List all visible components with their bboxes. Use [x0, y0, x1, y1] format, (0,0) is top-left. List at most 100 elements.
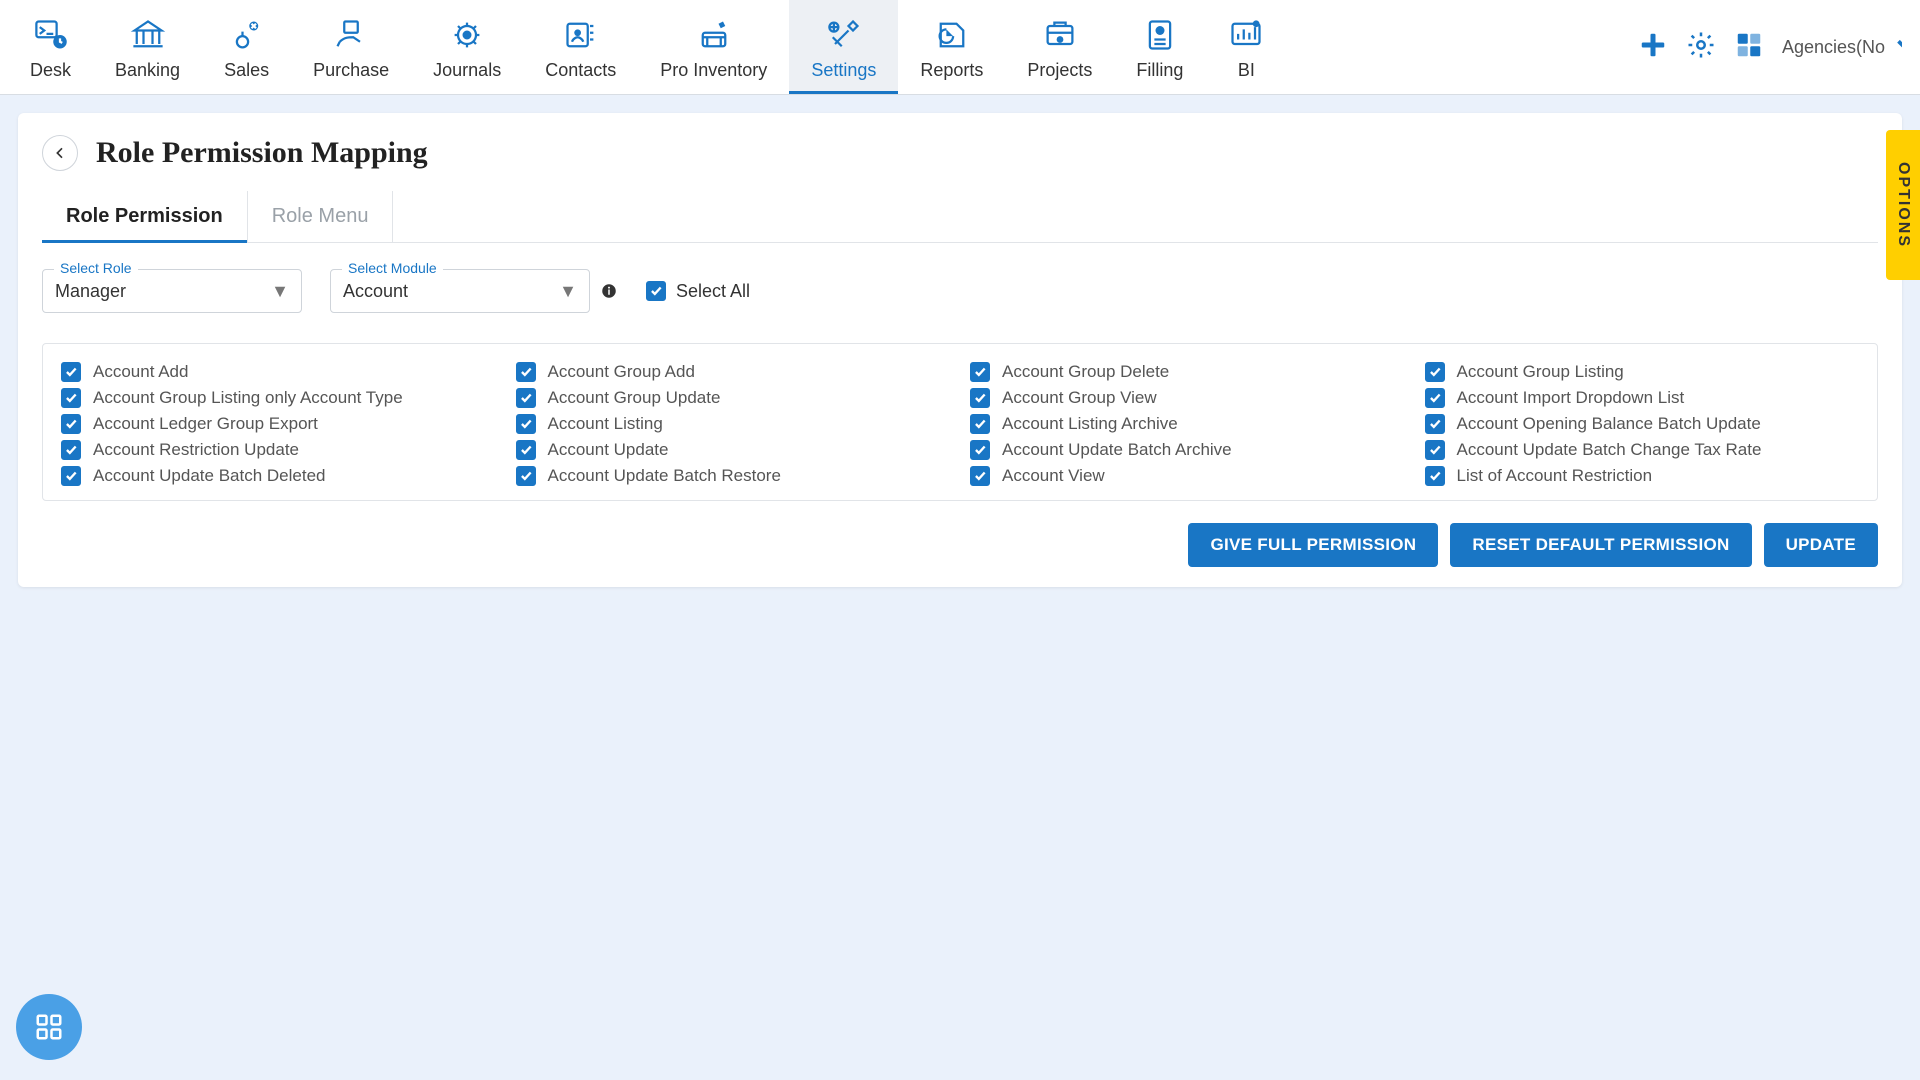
nav-journals[interactable]: Journals	[411, 0, 523, 94]
nav-label: Filling	[1136, 60, 1183, 81]
permission-checkbox[interactable]: List of Account Restriction	[1425, 466, 1860, 486]
permission-label: Account Update	[548, 440, 669, 460]
checkbox-box	[970, 414, 990, 434]
nav-items: Desk Banking Sales Purchase Journals	[8, 0, 1287, 94]
apps-fab[interactable]	[16, 994, 82, 1060]
select-all-label: Select All	[676, 281, 750, 302]
checkbox-box	[61, 466, 81, 486]
nav-label: Journals	[433, 60, 501, 81]
permission-checkbox[interactable]: Account Listing Archive	[970, 414, 1405, 434]
main-card: Role Permission Mapping Role Permission …	[18, 113, 1902, 587]
select-module-field: Select Module Account ▼	[330, 269, 590, 313]
nav-projects[interactable]: Projects	[1005, 0, 1114, 94]
journals-icon	[448, 16, 486, 54]
permission-label: Account Listing Archive	[1002, 414, 1178, 434]
checkbox-box	[516, 466, 536, 486]
purchase-icon	[332, 16, 370, 54]
nav-banking[interactable]: Banking	[93, 0, 202, 94]
permission-checkbox[interactable]: Account Import Dropdown List	[1425, 388, 1860, 408]
nav-label: Desk	[30, 60, 71, 81]
permission-checkbox[interactable]: Account Listing	[516, 414, 951, 434]
permission-checkbox[interactable]: Account Group Listing only Account Type	[61, 388, 496, 408]
back-button[interactable]	[42, 135, 78, 171]
permission-checkbox[interactable]: Account Group View	[970, 388, 1405, 408]
permission-checkbox[interactable]: Account Update Batch Change Tax Rate	[1425, 440, 1860, 460]
permission-label: Account Restriction Update	[93, 440, 299, 460]
permission-checkbox[interactable]: Account View	[970, 466, 1405, 486]
give-full-permission-button[interactable]: GIVE FULL PERMISSION	[1188, 523, 1438, 567]
projects-icon	[1041, 16, 1079, 54]
caret-down-icon: ▼	[271, 281, 289, 302]
nav-label: Sales	[224, 60, 269, 81]
permission-checkbox[interactable]: Account Group Listing	[1425, 362, 1860, 382]
checkbox-box	[61, 440, 81, 460]
checkbox-box	[970, 388, 990, 408]
nav-label: Contacts	[545, 60, 616, 81]
permission-checkbox[interactable]: Account Update	[516, 440, 951, 460]
permission-checkbox[interactable]: Account Update Batch Archive	[970, 440, 1405, 460]
info-icon[interactable]	[600, 282, 618, 300]
permission-label: Account Update Batch Restore	[548, 466, 781, 486]
permission-label: Account Opening Balance Batch Update	[1457, 414, 1761, 434]
nav-settings[interactable]: Settings	[789, 0, 898, 94]
reset-default-permission-button[interactable]: RESET DEFAULT PERMISSION	[1450, 523, 1751, 567]
nav-contacts[interactable]: Contacts	[523, 0, 638, 94]
gear-icon[interactable]	[1686, 30, 1716, 65]
checkbox-box	[1425, 466, 1445, 486]
org-selector[interactable]: Agencies(No	[1782, 30, 1902, 65]
filling-icon	[1141, 16, 1179, 54]
reports-icon	[933, 16, 971, 54]
permission-checkbox[interactable]: Account Add	[61, 362, 496, 382]
options-side-tab[interactable]: OPTIONS	[1886, 130, 1920, 280]
permission-checkbox[interactable]: Account Group Update	[516, 388, 951, 408]
checkbox-box	[61, 388, 81, 408]
checkbox-box	[61, 414, 81, 434]
tab-role-permission[interactable]: Role Permission	[42, 191, 248, 242]
permission-checkbox[interactable]: Account Ledger Group Export	[61, 414, 496, 434]
tab-label: Role Permission	[66, 205, 223, 227]
select-module-label: Select Module	[342, 260, 443, 276]
select-role-field: Select Role Manager ▼	[42, 269, 302, 313]
settings-icon	[825, 16, 863, 54]
permission-label: Account Group Delete	[1002, 362, 1169, 382]
permission-label: Account Import Dropdown List	[1457, 388, 1685, 408]
checkbox-box	[970, 440, 990, 460]
select-all-checkbox[interactable]: Select All	[646, 281, 750, 302]
permission-checkbox[interactable]: Account Restriction Update	[61, 440, 496, 460]
nav-filling[interactable]: Filling	[1114, 0, 1205, 94]
permission-checkbox[interactable]: Account Group Delete	[970, 362, 1405, 382]
calculator-icon[interactable]	[1734, 30, 1764, 65]
permission-label: Account Add	[93, 362, 188, 382]
permission-checkbox[interactable]: Account Update Batch Restore	[516, 466, 951, 486]
header-tools: Agencies(No	[1638, 30, 1902, 65]
permission-checkbox[interactable]: Account Update Batch Deleted	[61, 466, 496, 486]
top-nav: Desk Banking Sales Purchase Journals	[0, 0, 1920, 95]
caret-down-icon: ▼	[559, 281, 577, 302]
tab-label: Role Menu	[272, 205, 369, 227]
nav-purchase[interactable]: Purchase	[291, 0, 411, 94]
tab-role-menu[interactable]: Role Menu	[248, 191, 394, 242]
select-module-value: Account	[343, 281, 408, 302]
permission-checkbox[interactable]: Account Opening Balance Batch Update	[1425, 414, 1860, 434]
nav-reports[interactable]: Reports	[898, 0, 1005, 94]
org-label: Agencies(No	[1782, 37, 1885, 58]
update-button[interactable]: UPDATE	[1764, 523, 1878, 567]
nav-label: Banking	[115, 60, 180, 81]
permission-label: Account Group Listing	[1457, 362, 1624, 382]
nav-label: Settings	[811, 60, 876, 81]
nav-bi[interactable]: BI	[1205, 0, 1287, 94]
nav-label: Projects	[1027, 60, 1092, 81]
add-icon[interactable]	[1638, 30, 1668, 65]
nav-proinventory[interactable]: Pro Inventory	[638, 0, 789, 94]
checkbox-box	[970, 362, 990, 382]
permission-checkbox[interactable]: Account Group Add	[516, 362, 951, 382]
nav-desk[interactable]: Desk	[8, 0, 93, 94]
permission-label: Account Group Add	[548, 362, 695, 382]
select-role-value: Manager	[55, 281, 126, 302]
action-buttons: GIVE FULL PERMISSION RESET DEFAULT PERMI…	[18, 501, 1902, 567]
permission-label: Account Group View	[1002, 388, 1157, 408]
filters-row: Select Role Manager ▼ Select Module Acco…	[18, 243, 1902, 313]
page-title: Role Permission Mapping	[96, 136, 428, 170]
nav-sales[interactable]: Sales	[202, 0, 291, 94]
checkbox-box	[516, 388, 536, 408]
